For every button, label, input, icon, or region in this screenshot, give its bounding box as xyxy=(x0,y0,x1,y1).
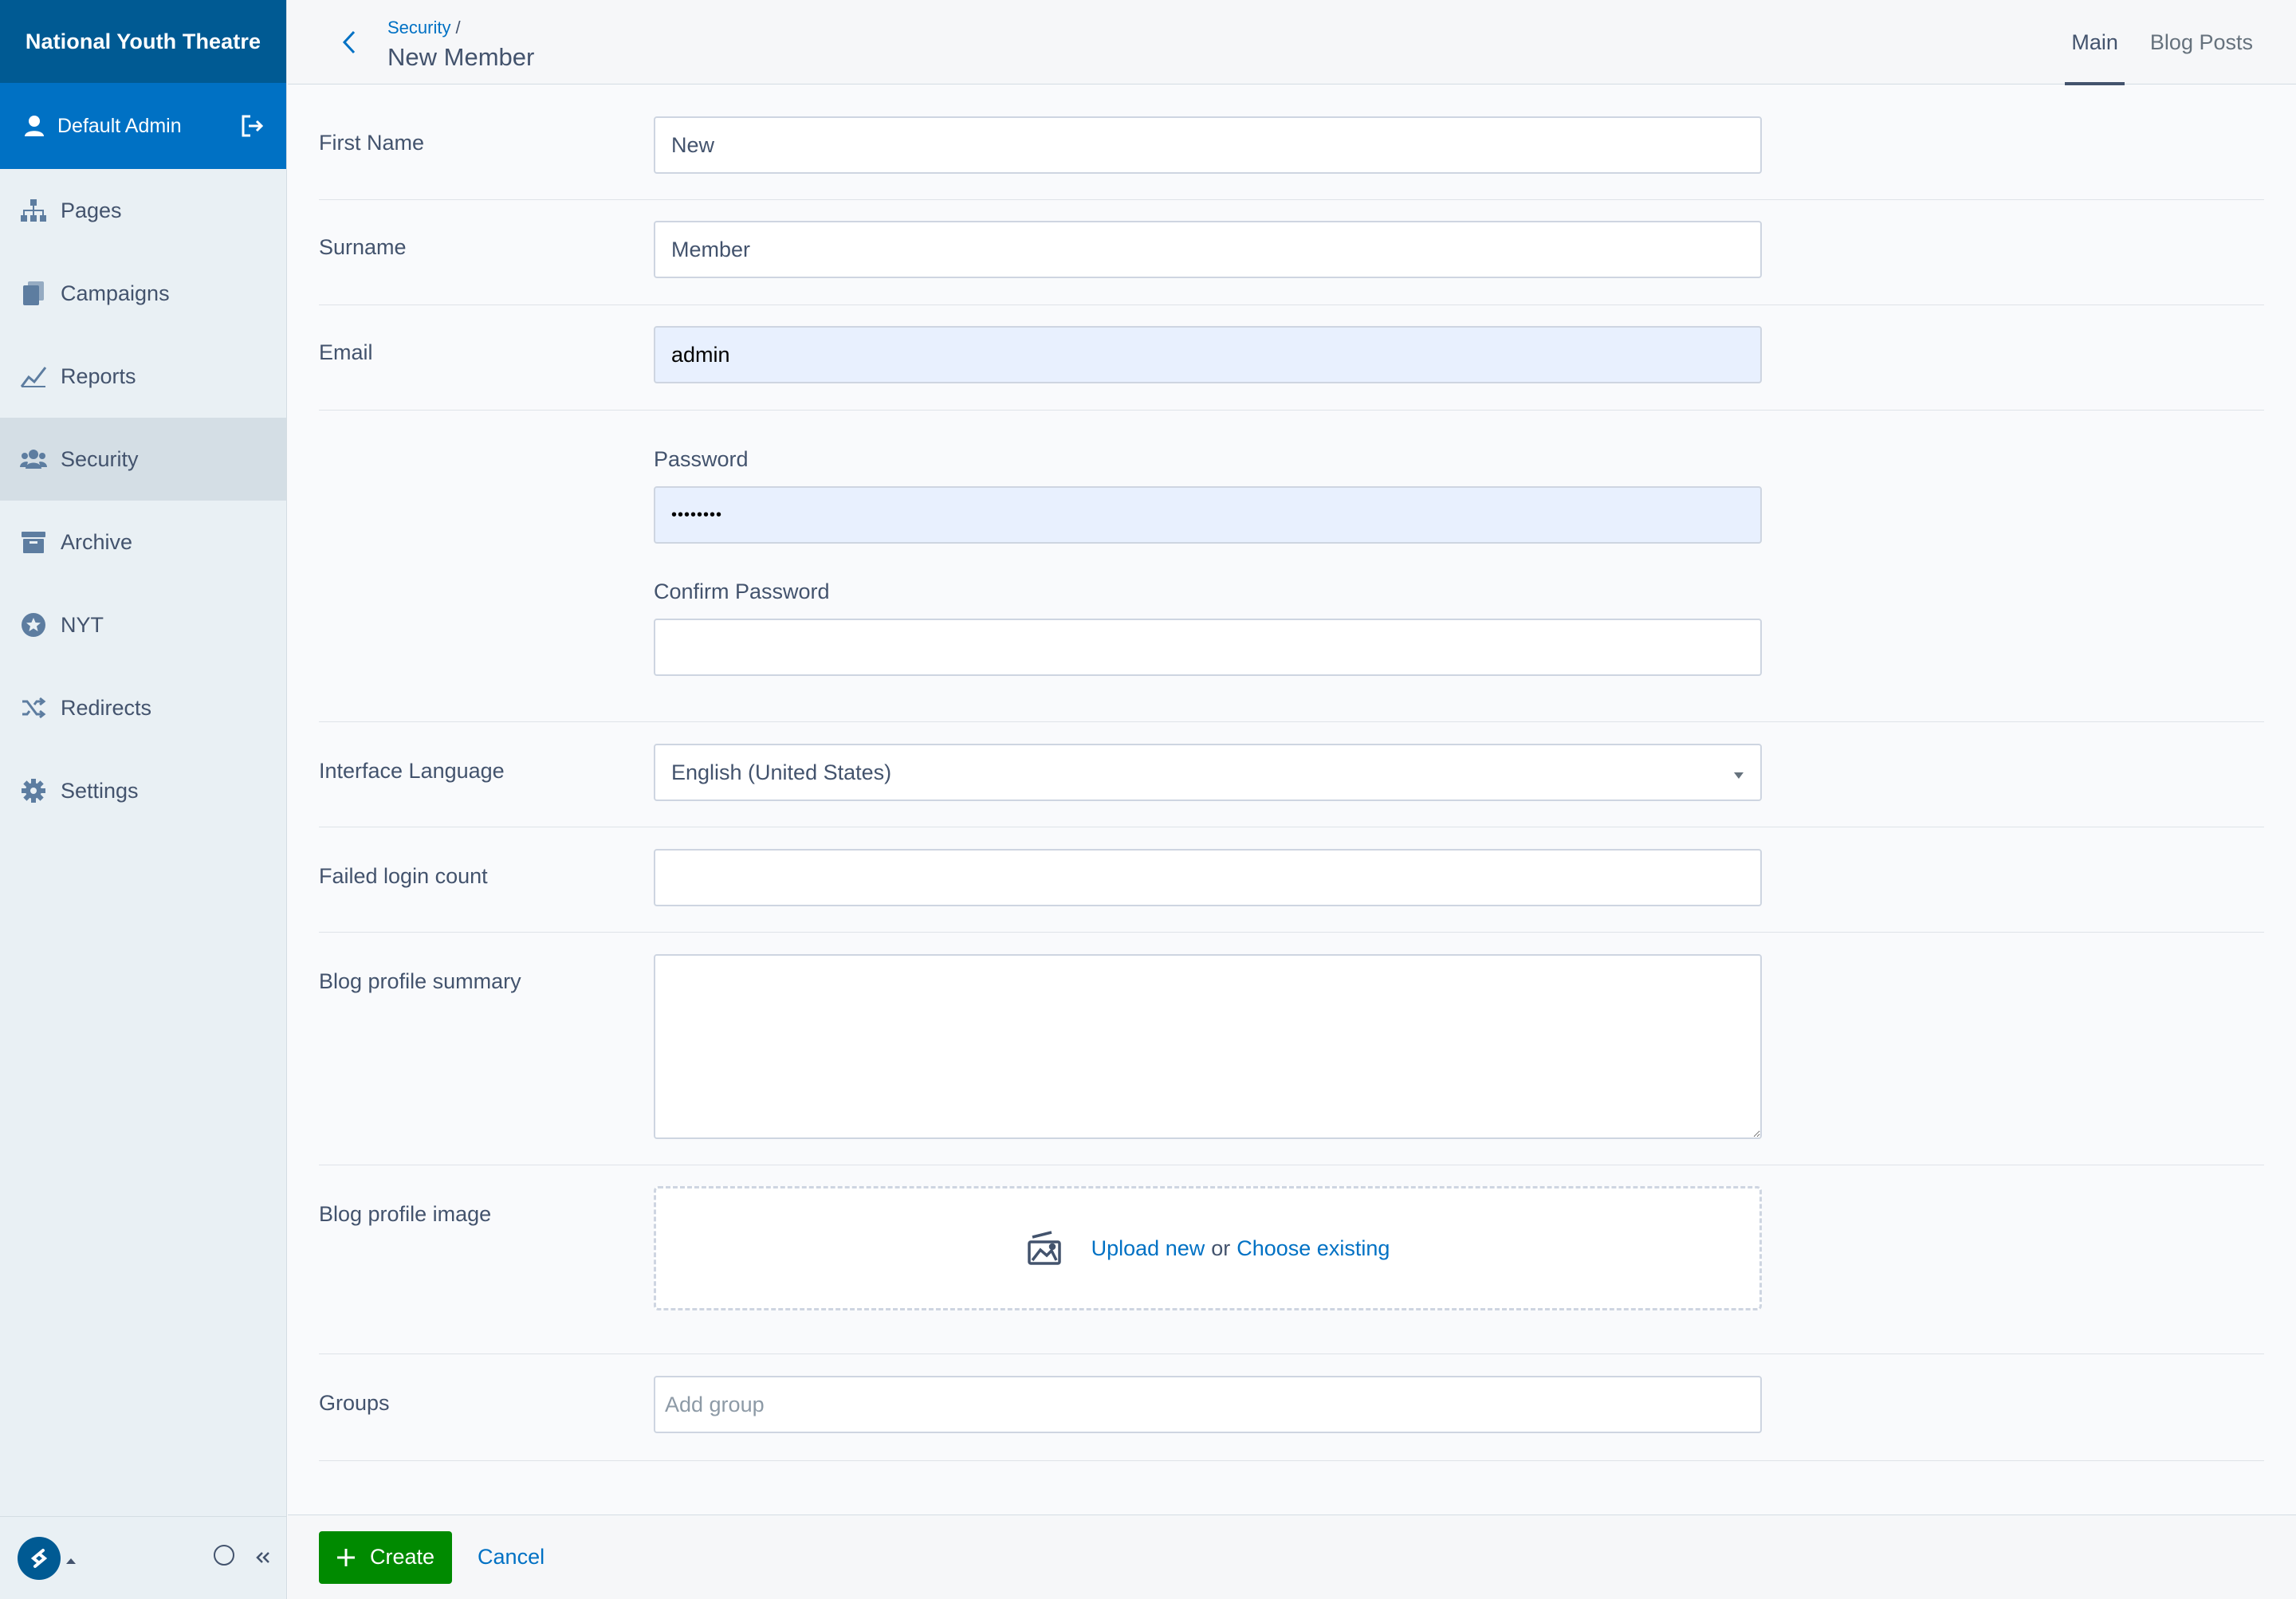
sidebar-item-security[interactable]: Security xyxy=(0,418,286,501)
blog-profile-image-label: Blog profile image xyxy=(319,1202,492,1226)
cms-logo-icon[interactable] xyxy=(18,1536,61,1580)
sidebar-item-redirects[interactable]: Redirects xyxy=(0,666,286,749)
blog-profile-summary-textarea[interactable] xyxy=(654,954,1762,1139)
logout-icon[interactable] xyxy=(240,114,264,138)
sidebar-item-campaigns[interactable]: Campaigns xyxy=(0,252,286,335)
sidebar-item-archive[interactable]: Archive xyxy=(0,501,286,583)
tab-blog-posts[interactable]: Blog Posts xyxy=(2144,0,2259,84)
sidebar-item-label: Settings xyxy=(61,778,139,803)
groups-input[interactable] xyxy=(654,1376,1762,1433)
interface-language-select[interactable]: English (United States) xyxy=(654,744,1762,801)
failed-login-count-row: Failed login count xyxy=(319,827,2264,933)
sidebar-item-label: NYT xyxy=(61,612,104,637)
or-text: or xyxy=(1211,1236,1231,1260)
groups-label: Groups xyxy=(319,1391,390,1415)
surname-label: Surname xyxy=(319,235,407,259)
email-input[interactable] xyxy=(654,326,1762,383)
surname-row: Surname xyxy=(319,200,2264,305)
first-name-row: First Name xyxy=(319,84,2264,200)
tab-main[interactable]: Main xyxy=(2065,0,2125,85)
sidebar: National Youth Theatre Default Admin Pag… xyxy=(0,0,287,1599)
user-name[interactable]: Default Admin xyxy=(57,115,240,138)
plus-icon xyxy=(336,1548,356,1567)
blog-profile-summary-label: Blog profile summary xyxy=(319,969,521,993)
upload-new-link[interactable]: Upload new xyxy=(1091,1236,1205,1261)
sidebar-item-nyt[interactable]: NYT xyxy=(0,583,286,666)
back-arrow-icon[interactable] xyxy=(336,29,363,56)
sidebar-footer xyxy=(0,1516,287,1599)
users-icon xyxy=(19,445,48,473)
tab-bar: Main Blog Posts xyxy=(2065,0,2259,85)
password-input[interactable]: •••••••• xyxy=(654,486,1762,544)
choose-existing-link[interactable]: Choose existing xyxy=(1236,1236,1390,1261)
email-row: Email xyxy=(319,305,2264,411)
sidebar-item-label: Pages xyxy=(61,198,122,222)
gear-icon xyxy=(19,776,48,805)
user-bar: Default Admin xyxy=(0,83,286,169)
app-title[interactable]: National Youth Theatre xyxy=(0,0,286,83)
first-name-input[interactable] xyxy=(654,116,1762,174)
email-label: Email xyxy=(319,340,373,364)
star-circle-icon xyxy=(19,611,48,639)
sidebar-item-label: Campaigns xyxy=(61,281,170,305)
password-row: Password •••••••• Confirm Password xyxy=(319,411,2264,722)
password-label: Password xyxy=(654,447,749,471)
first-name-label: First Name xyxy=(319,131,425,155)
sidebar-item-pages[interactable]: Pages xyxy=(0,169,286,252)
sidebar-item-label: Redirects xyxy=(61,695,152,720)
breadcrumb-link-security[interactable]: Security xyxy=(387,18,450,37)
image-dropzone[interactable]: Upload new or Choose existing xyxy=(654,1186,1762,1310)
chart-line-icon xyxy=(19,362,48,391)
shuffle-icon xyxy=(19,693,48,722)
chevron-down-icon xyxy=(1733,760,1744,785)
interface-language-value: English (United States) xyxy=(671,760,892,784)
sitemap-icon xyxy=(19,196,48,225)
documents-icon xyxy=(19,279,48,308)
surname-input[interactable] xyxy=(654,221,1762,278)
interface-language-label: Interface Language xyxy=(319,759,505,783)
sidebar-item-settings[interactable]: Settings xyxy=(0,749,286,832)
confirm-password-input[interactable] xyxy=(654,619,1762,676)
create-button[interactable]: Create xyxy=(319,1530,453,1584)
cancel-button[interactable]: Cancel xyxy=(478,1545,545,1570)
page-title: New Member xyxy=(387,43,535,71)
confirm-password-label: Confirm Password xyxy=(654,579,830,603)
interface-language-row: Interface Language English (United State… xyxy=(319,722,2264,827)
breadcrumb: Security / xyxy=(387,18,461,38)
sidebar-item-reports[interactable]: Reports xyxy=(0,335,286,418)
failed-login-count-label: Failed login count xyxy=(319,864,488,888)
caret-up-icon[interactable] xyxy=(65,1546,77,1570)
sidebar-menu: Pages Campaigns Reports Security Archive xyxy=(0,169,286,832)
image-upload-icon xyxy=(1026,1231,1063,1266)
groups-row: Groups xyxy=(319,1354,2264,1461)
sidebar-item-label: Reports xyxy=(61,363,136,388)
sidebar-item-label: Security xyxy=(61,446,139,471)
archive-box-icon xyxy=(19,528,48,556)
header: Security / New Member Main Blog Posts xyxy=(288,0,2296,85)
breadcrumb-separator: / xyxy=(455,18,461,37)
member-form: First Name Surname Email Password ••••••… xyxy=(319,84,2264,1461)
sidebar-item-label: Archive xyxy=(61,529,133,554)
user-icon xyxy=(24,115,45,137)
failed-login-count-input[interactable] xyxy=(654,849,1762,906)
action-bar: Create Cancel xyxy=(288,1515,2296,1599)
create-button-label: Create xyxy=(370,1545,435,1569)
collapse-sidebar-icon[interactable] xyxy=(255,1546,271,1570)
preview-circle-icon[interactable] xyxy=(212,1543,236,1573)
blog-profile-image-row: Blog profile image Upload new or Choose … xyxy=(319,1165,2264,1354)
blog-profile-summary-row: Blog profile summary xyxy=(319,933,2264,1165)
